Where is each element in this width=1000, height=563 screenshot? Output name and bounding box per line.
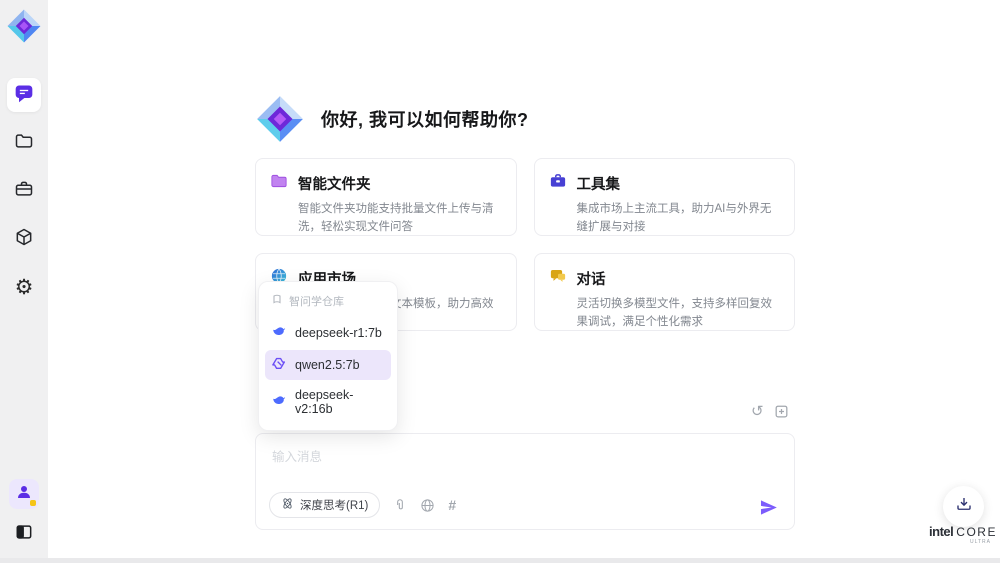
model-option-label: deepseek-r1:7b <box>295 326 382 340</box>
send-button[interactable] <box>759 498 778 517</box>
sidebar: ⚙ <box>0 0 48 563</box>
intel-logo-text: intel <box>929 524 954 539</box>
greeting-header: 你好, 我可以如何帮助你? <box>255 94 529 144</box>
download-button[interactable] <box>943 486 984 527</box>
window-bottom-edge <box>0 558 1000 563</box>
sidebar-item-toolkit[interactable] <box>7 174 41 208</box>
folder-purple-icon <box>270 172 288 195</box>
panel-icon <box>14 522 34 547</box>
attachment-icon[interactable] <box>393 498 407 512</box>
card-smart-folder[interactable]: 智能文件夹 智能文件夹功能支持批量文件上传与清洗，轻松实现文件问答 <box>255 158 517 236</box>
assistant-logo <box>255 94 305 144</box>
sidebar-item-settings[interactable]: ⚙ <box>7 270 41 304</box>
card-desc: 灵活切换多模型文件，支持多样回复效果调试，满足个性化需求 <box>576 298 773 329</box>
model-option-label: deepseek-v2:16b <box>295 388 354 416</box>
deepseek-icon <box>272 324 287 342</box>
greeting-text: 你好, 我可以如何帮助你? <box>321 110 529 130</box>
atom-icon <box>281 497 294 513</box>
card-toolkit[interactable]: 工具集 集成市场上主流工具，助力AI与外界无缝扩展与对接 <box>533 158 795 236</box>
chat-icon <box>14 83 34 108</box>
sidebar-item-chat[interactable] <box>7 78 41 112</box>
download-icon <box>955 495 973 518</box>
app-logo <box>6 8 42 44</box>
intel-core-badge: intel core ultra <box>929 524 997 545</box>
chat-yellow-icon <box>549 267 567 290</box>
model-option-label: qwen2.5:7b <box>295 358 360 372</box>
collapse-sidebar-button[interactable] <box>7 517 41 551</box>
gear-icon: ⚙ <box>14 274 34 299</box>
briefcase-icon <box>14 179 34 204</box>
card-title: 工具集 <box>576 177 621 193</box>
intel-sub-text: ultra <box>969 539 991 545</box>
card-title: 对话 <box>576 272 606 288</box>
core-logo-text: core <box>956 525 997 539</box>
card-title: 智能文件夹 <box>298 177 371 193</box>
qwen-icon <box>272 356 287 374</box>
card-desc: 智能文件夹功能支持批量文件上传与清洗，轻松实现文件问答 <box>298 203 494 234</box>
composer-toolbar: 深度思考(R1) # <box>269 492 456 518</box>
main-area: 你好, 我可以如何帮助你? 智能文件夹 智能文件夹功能支持批量文件上传与清洗，轻… <box>48 0 1000 563</box>
web-search-icon[interactable] <box>420 498 435 513</box>
card-chat[interactable]: 对话 灵活切换多模型文件，支持多样回复效果调试，满足个性化需求 <box>533 253 795 331</box>
briefcase-blue-icon <box>549 172 567 195</box>
model-option-deepseek-v2[interactable]: deepseek-v2:16b <box>265 382 391 422</box>
message-input-placeholder[interactable]: 输入消息 <box>272 446 322 465</box>
model-option-deepseek-r1[interactable]: deepseek-r1:7b <box>265 318 391 348</box>
new-chat-icon[interactable] <box>774 404 789 419</box>
chat-row-actions: ↺ <box>751 404 789 419</box>
deep-think-label: 深度思考(R1) <box>300 500 369 512</box>
model-dropdown-header: 智问学仓库 <box>265 288 391 316</box>
sidebar-item-models[interactable] <box>7 222 41 256</box>
model-option-qwen[interactable]: qwen2.5:7b <box>265 350 391 380</box>
message-composer[interactable]: 输入消息 深度思考(R1) # <box>255 433 795 530</box>
sidebar-item-folders[interactable] <box>7 126 41 160</box>
deep-think-toggle[interactable]: 深度思考(R1) <box>269 492 381 518</box>
card-desc: 集成市场上主流工具，助力AI与外界无缝扩展与对接 <box>576 203 772 234</box>
user-avatar-button[interactable] <box>9 479 39 509</box>
prompt-library-icon[interactable]: # <box>448 497 456 513</box>
folder-icon <box>14 131 34 156</box>
history-icon[interactable]: ↺ <box>751 404 764 419</box>
repo-icon <box>271 294 283 309</box>
model-dropdown-header-label: 智问学仓库 <box>289 296 344 308</box>
user-badge <box>30 500 36 506</box>
cube-icon <box>14 227 34 252</box>
deepseek-icon <box>272 393 287 411</box>
model-dropdown: 智问学仓库 deepseek-r1:7b qwen2.5:7b deepseek… <box>258 281 398 431</box>
